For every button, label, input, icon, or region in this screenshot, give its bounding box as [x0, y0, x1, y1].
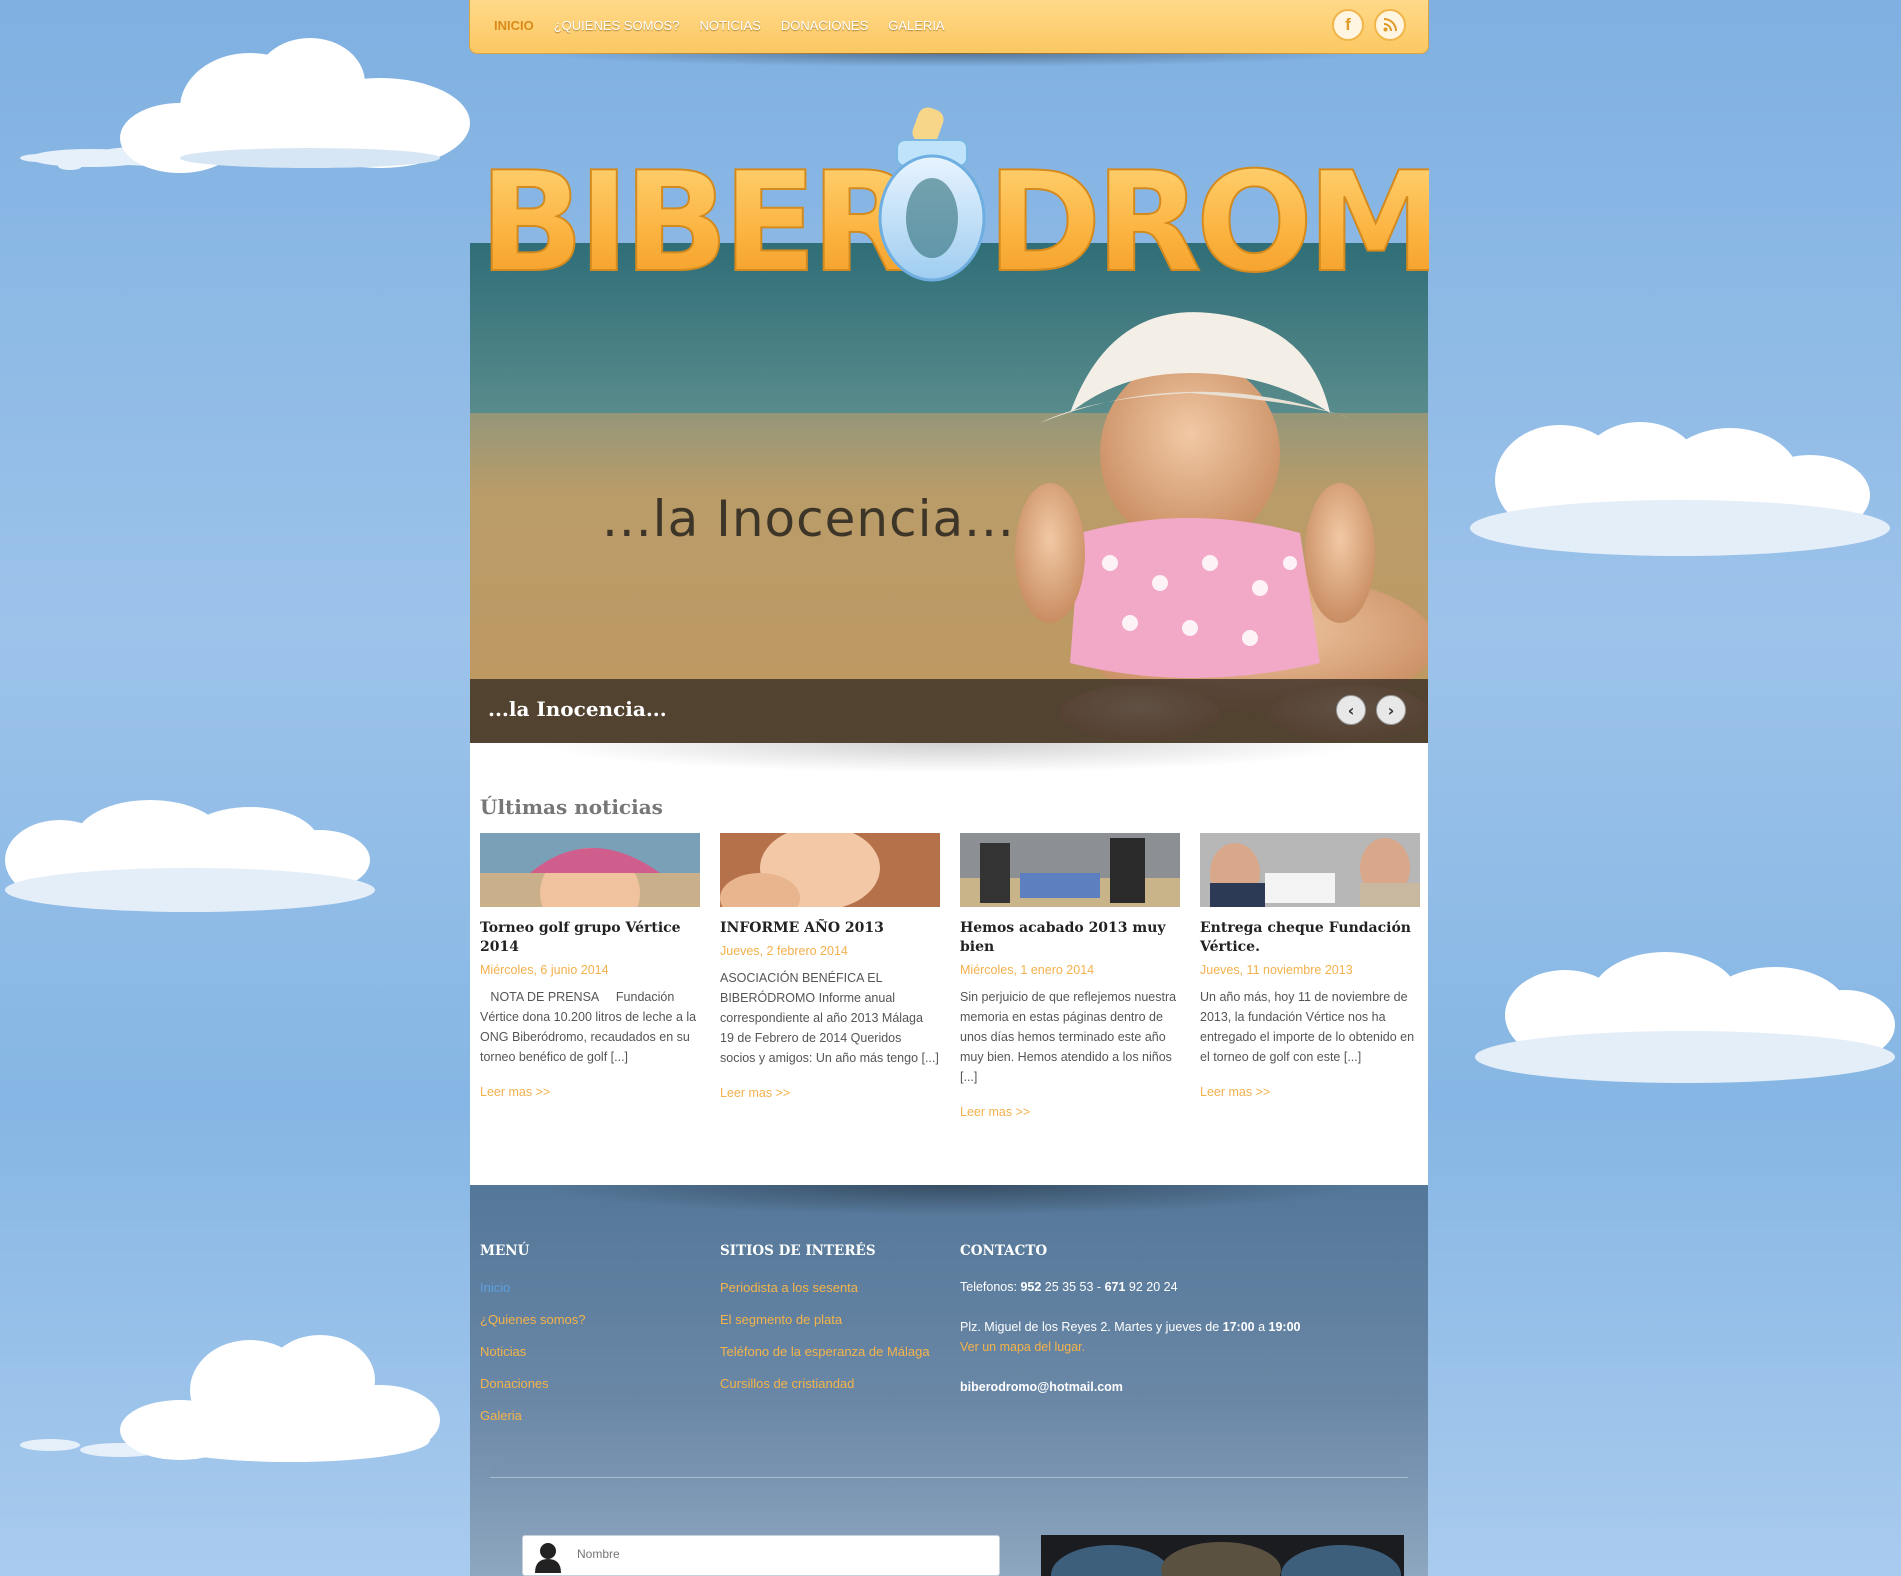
cloud-right-top [1470, 422, 1890, 556]
cloud-top-left [20, 38, 470, 173]
cloud-left-mid [5, 800, 375, 912]
nav-item-donaciones[interactable]: DONACIONES [781, 18, 868, 33]
news-thumbnail[interactable] [960, 833, 1180, 907]
map-link[interactable]: Ver un mapa del lugar. [960, 1340, 1085, 1354]
user-icon [535, 1543, 561, 1573]
news-title[interactable]: INFORME AÑO 2013 [720, 919, 940, 938]
footer-site-link[interactable]: Periodista a los sesenta [720, 1280, 858, 1295]
hero-caption-bar: ...la Inocencia... ‹ › [470, 679, 1428, 743]
hero-caption-large: ...la Inocencia... [602, 490, 1015, 548]
nav-shadow [530, 53, 1368, 67]
contact-address: Plz. Miguel de los Reyes 2. Martes y jue… [960, 1320, 1301, 1334]
rss-icon[interactable] [1374, 9, 1406, 41]
footer-divider [490, 1477, 1408, 1478]
footer-photo [1041, 1535, 1404, 1576]
footer-menu-title: MENÚ [480, 1243, 530, 1259]
footer-top-shadow [530, 1185, 1368, 1215]
news-excerpt: ASOCIACIÓN BENÉFICA EL BIBERÓDROMO Infor… [720, 971, 939, 1065]
read-more-link[interactable]: Leer mas >> [720, 1086, 940, 1100]
latest-news-section: Últimas noticias Torneo golf grupo Vérti… [470, 743, 1428, 1185]
footer-link-galeria[interactable]: Galeria [480, 1408, 522, 1423]
news-excerpt: NOTA DE PRENSA Fundación Vértice dona 10… [480, 990, 700, 1064]
footer-site-link[interactable]: Teléfono de la esperanza de Málaga [720, 1344, 930, 1359]
top-navigation-bar: INICIO ¿QUIENES SOMOS? NOTICIAS DONACION… [469, 0, 1429, 67]
site-logo[interactable]: BIBER DROMO [469, 100, 1429, 290]
main-menu: INICIO ¿QUIENES SOMOS? NOTICIAS DONACION… [494, 18, 945, 33]
news-item: Entrega cheque Fundación Vértice. Jueves… [1200, 833, 1420, 1099]
svg-text:BIBER: BIBER [479, 142, 915, 290]
news-title[interactable]: Hemos acabado 2013 muy bien [960, 919, 1180, 957]
hero-slider: ...la Inocencia... ...la Inocencia... ‹ … [470, 243, 1428, 743]
footer-sites-title: SITIOS DE INTERÉS [720, 1243, 876, 1259]
news-date: Jueves, 2 febrero 2014 [720, 944, 848, 958]
news-thumbnail[interactable] [480, 833, 700, 907]
contact-email[interactable]: biberodromo@hotmail.com [960, 1380, 1123, 1394]
footer-site-link[interactable]: El segmento de plata [720, 1312, 842, 1327]
news-item: INFORME AÑO 2013 Jueves, 2 febrero 2014 … [720, 833, 940, 1100]
nav-item-noticias[interactable]: NOTICIAS [699, 18, 760, 33]
cloud-right-bottom [1475, 952, 1895, 1083]
baby-bottle-icon [878, 107, 986, 282]
read-more-link[interactable]: Leer mas >> [960, 1105, 1180, 1119]
footer-link-quienes-somos[interactable]: ¿Quienes somos? [480, 1312, 586, 1327]
news-date: Miércoles, 6 junio 2014 [480, 963, 609, 977]
site-footer: MENÚ Inicio ¿Quienes somos? Noticias Don… [470, 1185, 1428, 1576]
svg-text:DROMO: DROMO [987, 142, 1429, 290]
footer-contact-title: CONTACTO [960, 1243, 1048, 1259]
footer-link-donaciones[interactable]: Donaciones [480, 1376, 549, 1391]
footer-link-noticias[interactable]: Noticias [480, 1344, 526, 1359]
news-title[interactable]: Torneo golf grupo Vértice 2014 [480, 919, 700, 957]
nav-item-galeria[interactable]: GALERIA [888, 18, 944, 33]
news-item: Hemos acabado 2013 muy bien Miércoles, 1… [960, 833, 1180, 1119]
slider-prev-button[interactable]: ‹ [1336, 695, 1366, 725]
news-date: Jueves, 11 noviembre 2013 [1200, 963, 1353, 977]
slider-next-button[interactable]: › [1376, 695, 1406, 725]
news-date: Miércoles, 1 enero 2014 [960, 963, 1095, 977]
news-item: Torneo golf grupo Vértice 2014 Miércoles… [480, 833, 700, 1099]
facebook-icon[interactable]: f [1332, 9, 1364, 41]
news-title[interactable]: Entrega cheque Fundación Vértice. [1200, 919, 1420, 957]
footer-link-inicio[interactable]: Inicio [480, 1280, 510, 1295]
name-field-container [522, 1535, 1000, 1576]
read-more-link[interactable]: Leer mas >> [480, 1085, 700, 1099]
news-excerpt: Un año más, hoy 11 de noviembre de 2013,… [1200, 990, 1415, 1064]
hero-caption-text: ...la Inocencia... [488, 697, 667, 721]
content-top-shadow [530, 743, 1368, 773]
news-excerpt: Sin perjuicio de que reflejemos nuestra … [960, 990, 1177, 1084]
nav-item-quienes-somos[interactable]: ¿QUIENES SOMOS? [554, 18, 680, 33]
contact-phones: Telefonos: 952 25 35 53 - 671 92 20 24 [960, 1280, 1178, 1294]
news-thumbnail[interactable] [720, 833, 940, 907]
footer-site-link[interactable]: Cursillos de cristiandad [720, 1376, 854, 1391]
read-more-link[interactable]: Leer mas >> [1200, 1085, 1420, 1099]
cloud-bottom-left [20, 1335, 440, 1462]
name-input[interactable] [575, 1546, 979, 1562]
nav-item-inicio[interactable]: INICIO [494, 18, 534, 33]
news-thumbnail[interactable] [1200, 833, 1420, 907]
section-title: Últimas noticias [480, 795, 663, 819]
